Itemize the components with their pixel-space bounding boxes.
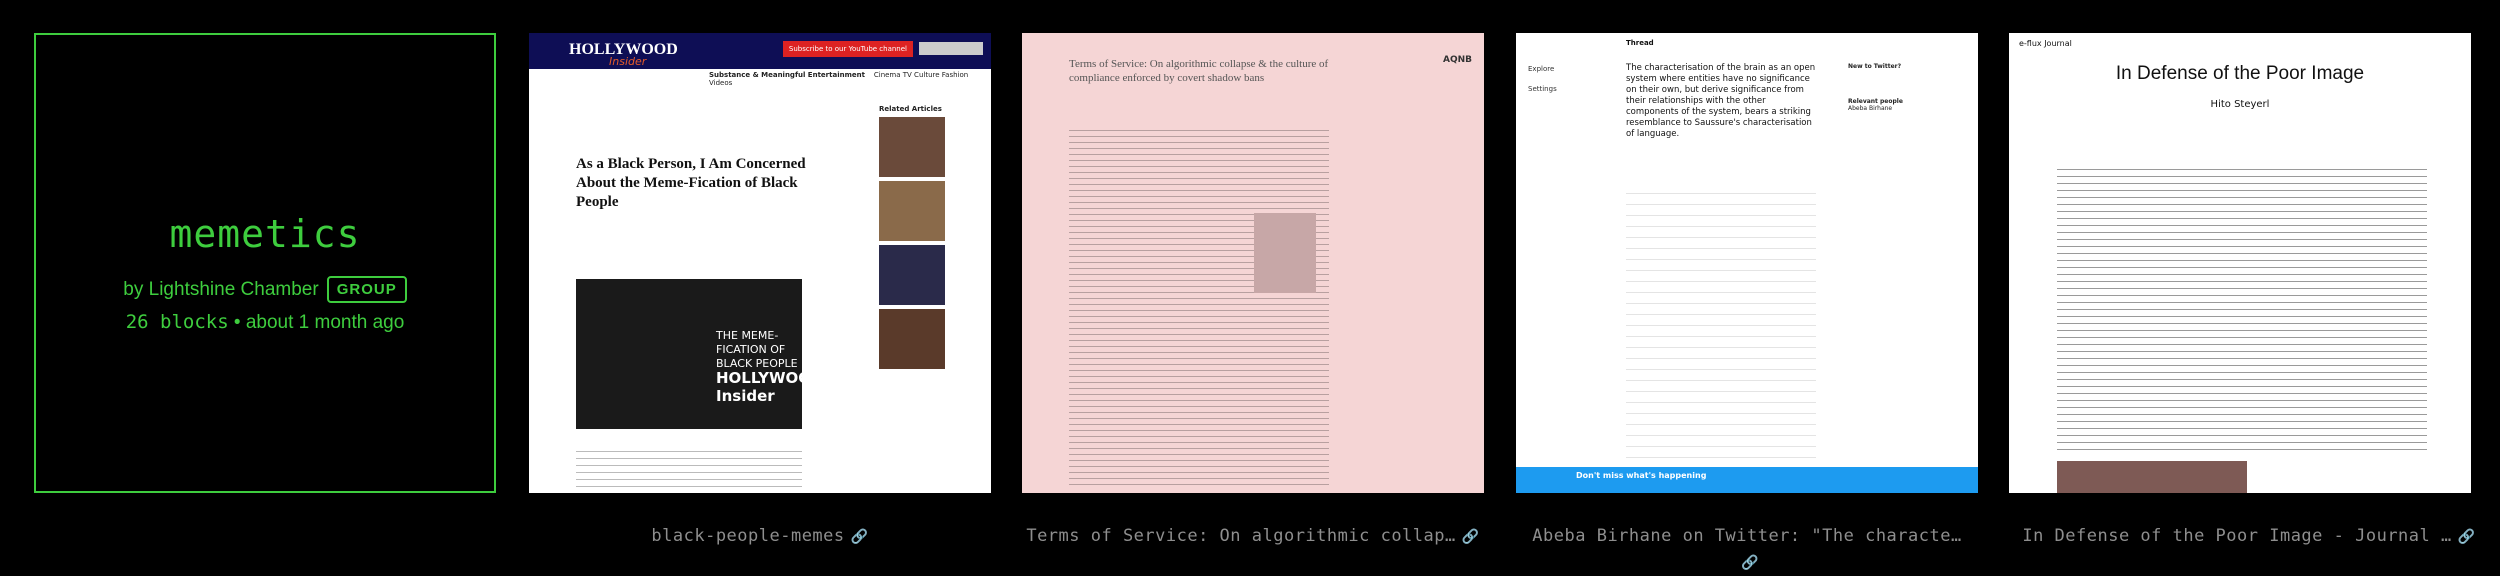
journal-logo: e-flux Journal bbox=[2019, 39, 2072, 48]
owner-name[interactable]: by Lightshine Chamber bbox=[123, 279, 318, 301]
article-title: Terms of Service: On algorithmic collaps… bbox=[1069, 58, 1329, 84]
video-title: THE MEME-FICATION OF BLACK PEOPLE bbox=[716, 329, 798, 370]
link-icon: 🔗 bbox=[2457, 529, 2476, 545]
menu-settings: Settings bbox=[1528, 85, 1557, 93]
new-to-twitter: New to Twitter? bbox=[1848, 63, 1902, 70]
banner-text: Don't miss what's happening bbox=[1576, 471, 1707, 480]
related-heading: Related Articles bbox=[879, 105, 942, 113]
article-headline: As a Black Person, I Am Concerned About … bbox=[576, 156, 806, 210]
site-search bbox=[919, 42, 983, 55]
article-image bbox=[1254, 213, 1316, 293]
related-thumb bbox=[879, 309, 945, 369]
article-body bbox=[2057, 163, 2427, 453]
site-tagline: Substance & Meaningful Entertainment bbox=[709, 71, 865, 79]
site-nav: Substance & Meaningful Entertainment Cin… bbox=[709, 71, 991, 87]
channel-meta: 26 blocks • about 1 month ago bbox=[126, 311, 405, 334]
relevant-people: Relevant people bbox=[1848, 98, 1903, 105]
site-logo-sub: Insider bbox=[609, 55, 647, 68]
related-articles: Related Articles bbox=[879, 105, 949, 371]
link-icon: 🔗 bbox=[850, 529, 869, 545]
video-brand: HOLLYWOOD Insider bbox=[716, 369, 824, 405]
twitter-sidebar: Explore Settings bbox=[1528, 59, 1557, 99]
block-caption[interactable]: Terms of Service: On algorithmic collap…… bbox=[1022, 523, 1484, 550]
block-title[interactable]: In Defense of the Poor Image - Journal … bbox=[2022, 526, 2451, 546]
related-thumb bbox=[879, 117, 945, 177]
block-title[interactable]: black-people-memes bbox=[651, 526, 844, 546]
menu-explore: Explore bbox=[1528, 65, 1555, 73]
block-thumbnail-eflux[interactable]: e-flux Journal In Defense of the Poor Im… bbox=[2009, 33, 2471, 493]
twitter-right-column: New to Twitter? Relevant people Abeba Bi… bbox=[1848, 63, 1968, 112]
related-thumb bbox=[879, 181, 945, 241]
person-name: Abeba Birhane bbox=[1848, 105, 1893, 112]
site-logo: AQNB bbox=[1442, 55, 1472, 65]
block-thumbnail-terms-of-service[interactable]: Terms of Service: On algorithmic collaps… bbox=[1022, 33, 1484, 493]
channel-title[interactable]: memetics bbox=[169, 212, 360, 256]
tweet-text: The characterisation of the brain as an … bbox=[1626, 63, 1816, 139]
updated-time: • about 1 month ago bbox=[233, 312, 405, 333]
block-count: 26 blocks bbox=[125, 311, 229, 333]
block-title[interactable]: Abeba Birhane on Twitter: "The characte… bbox=[1532, 526, 1961, 546]
block-thumbnail-black-people-memes[interactable]: HOLLYWOOD Insider Subscribe to our YouTu… bbox=[529, 33, 991, 493]
signup-banner: Don't miss what's happening bbox=[1516, 467, 1978, 493]
article-body bbox=[576, 445, 802, 493]
article-title: In Defense of the Poor Image bbox=[2115, 63, 2365, 84]
group-badge: GROUP bbox=[326, 276, 407, 303]
subscribe-button: Subscribe to our YouTube channel bbox=[782, 41, 913, 57]
block-title[interactable]: Terms of Service: On algorithmic collap… bbox=[1026, 526, 1455, 546]
tweet-replies bbox=[1626, 183, 1816, 463]
related-thumb bbox=[879, 245, 945, 305]
channel-owner: by Lightshine Chamber GROUP bbox=[123, 276, 407, 303]
article-author: Hito Steyerl bbox=[2210, 99, 2270, 110]
block-caption[interactable]: Abeba Birhane on Twitter: "The characte…… bbox=[1516, 523, 1978, 576]
video-embed: THE MEME-FICATION OF BLACK PEOPLE HOLLYW… bbox=[576, 279, 823, 429]
channel-card[interactable]: memetics by Lightshine Chamber GROUP 26 … bbox=[34, 33, 496, 493]
link-icon: 🔗 bbox=[1461, 529, 1480, 545]
block-thumbnail-twitter[interactable]: Explore Settings Thread The characterisa… bbox=[1516, 33, 1978, 493]
block-caption[interactable]: In Defense of the Poor Image - Journal …… bbox=[2009, 523, 2489, 550]
block-caption[interactable]: black-people-memes 🔗 bbox=[529, 523, 991, 550]
thread-header: Thread bbox=[1626, 39, 1654, 47]
site-header: HOLLYWOOD Insider Subscribe to our YouTu… bbox=[529, 33, 991, 69]
link-icon: 🔗 bbox=[1741, 555, 1759, 571]
article-image bbox=[2057, 461, 2247, 493]
article-body bbox=[1069, 125, 1329, 485]
